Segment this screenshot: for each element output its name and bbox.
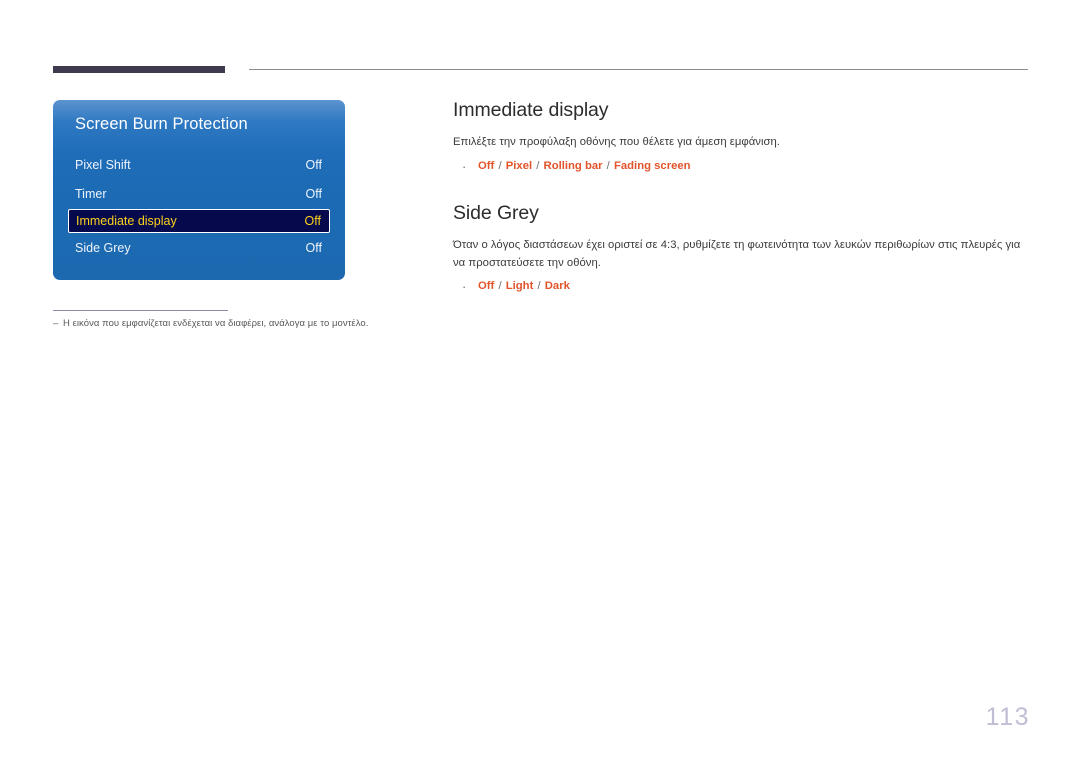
osd-row-timer[interactable]: Timer Off xyxy=(75,180,323,210)
option-separator: / xyxy=(495,280,505,293)
option-separator: / xyxy=(495,159,505,172)
section-side-grey: Side Grey Όταν ο λόγος διαστάσεων έχει ορ… xyxy=(453,201,1029,297)
osd-menu-panel: Screen Burn Protection Pixel Shift Off Tim… xyxy=(53,100,345,280)
section-description: Όταν ο λόγος διαστάσεων έχει οριστεί σε … xyxy=(453,239,1021,269)
osd-row-label: Immediate display xyxy=(76,214,177,228)
content-column: Immediate display Επιλέξτε την προφύλαξη … xyxy=(453,99,1029,297)
section-options-list: Off / Light / Dark xyxy=(453,277,1029,296)
option-value: Off xyxy=(478,280,495,293)
option-value: Off xyxy=(478,159,495,172)
osd-row-label: Side Grey xyxy=(75,240,131,255)
osd-row-pixel-shift[interactable]: Pixel Shift Off xyxy=(75,150,323,180)
option-value: Light xyxy=(505,280,534,293)
option-separator: / xyxy=(534,280,544,293)
osd-row-label: Timer xyxy=(75,187,107,202)
osd-row-value: Off xyxy=(305,240,322,255)
osd-row-value: Off xyxy=(305,187,322,202)
osd-row-label: Pixel Shift xyxy=(75,157,131,172)
option-value: Rolling bar xyxy=(543,159,603,172)
section-options-item: Off / Light / Dark xyxy=(453,277,1029,296)
osd-menu-title: Screen Burn Protection xyxy=(75,115,248,133)
osd-row-value: Off xyxy=(305,157,322,172)
option-value: Fading screen xyxy=(613,159,691,172)
section-description: Επιλέξτε την προφύλαξη οθόνης που θέλετε… xyxy=(453,136,780,149)
section-options-item: Off / Pixel / Rolling bar / Fading scree… xyxy=(453,157,1029,176)
section-heading: Side Grey xyxy=(453,201,539,224)
option-separator: / xyxy=(533,159,543,172)
section-immediate-display: Immediate display Επιλέξτε την προφύλαξη … xyxy=(453,99,1029,176)
osd-row-value: Off xyxy=(304,214,321,228)
footnote-text: Η εικόνα που εμφανίζεται ενδέχεται να δι… xyxy=(63,318,369,329)
osd-row-side-grey[interactable]: Side Grey Off xyxy=(75,233,323,263)
section-options-list: Off / Pixel / Rolling bar / Fading scree… xyxy=(453,157,1029,176)
header-rule-thin xyxy=(249,69,1028,70)
option-separator: / xyxy=(603,159,613,172)
option-value: Pixel xyxy=(505,159,533,172)
osd-menu-list: Pixel Shift Off Timer Off Immediate display O… xyxy=(53,150,345,263)
header-rule-accent xyxy=(53,66,225,73)
footnote-divider xyxy=(53,310,228,311)
osd-row-immediate-display[interactable]: Immediate display Off xyxy=(68,209,330,233)
option-value: Dark xyxy=(544,280,570,293)
section-heading: Immediate display xyxy=(453,99,609,121)
page-number: 113 xyxy=(985,703,1030,731)
footnote-dash: – xyxy=(53,318,59,329)
footnote: – Η εικόνα που εμφανίζεται ενδέχεται να δ… xyxy=(53,318,453,329)
